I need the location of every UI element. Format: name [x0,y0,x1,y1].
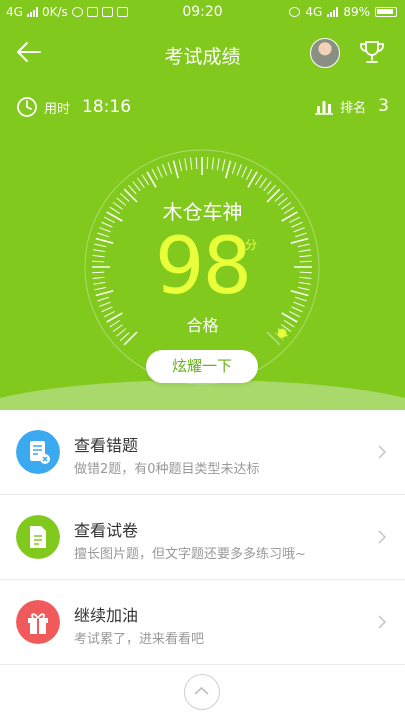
gauge-tick [184,158,188,171]
chevron-up-icon [194,686,209,695]
bar-chart-icon [315,101,334,115]
menu-item-keep-going[interactable]: 继续加油 考试累了，进来看看吧 [0,580,405,665]
rank-stat[interactable]: 排名 3 [314,96,389,116]
chevron-right-icon [378,615,387,629]
gauge-tick [246,168,253,180]
gauge-tick [231,162,237,174]
gauge-tick [178,159,183,172]
gauge-tick [172,160,179,179]
clock-icon [17,97,37,117]
score-value: 98 [154,222,252,312]
menu-list: 查看错题 做错2题，有0种题目类型未达标 查看试卷 擅长图片题，但文字题还要多多… [0,410,405,665]
gauge-tick [136,177,145,189]
gauge-tick [156,166,163,178]
status-right: 4G 89% [289,5,397,19]
chevron-right-icon [378,445,387,459]
gauge-tick [259,177,268,189]
chevron-right-icon [378,530,387,544]
gauge-tick [254,174,263,186]
gauge-tick [216,158,220,171]
gauge-tick [151,168,158,180]
battery-icon [375,7,397,17]
signal-icon-right [327,7,339,17]
paper-doc-icon [16,515,60,559]
alarm-icon [289,7,301,17]
gauge-tick [141,174,150,186]
network-type-right: 4G [305,5,323,19]
gauge-tick [263,181,272,192]
menu-item-paper[interactable]: 查看试卷 擅长图片题，但文字题还要多多练习哦~ [0,495,405,580]
menu-title: 查看错题 [74,436,139,455]
share-button[interactable]: 炫耀一下 [146,350,258,383]
mistakes-doc-icon [16,430,60,474]
gauge-tick [132,181,141,192]
grade-title: 木仓车神 [162,200,243,224]
gauge-tick [225,160,232,179]
time-stat: 用时 18:16 [16,96,131,118]
gauge-tick [267,184,276,195]
gauge-tick [195,157,198,170]
gauge-tick [211,157,214,170]
gift-icon [16,600,60,644]
menu-title: 继续加油 [74,606,139,625]
menu-subtitle: 考试累了，进来看看吧 [74,632,205,647]
menu-subtitle: 做错2题，有0种题目类型未达标 [74,462,260,477]
menu-item-mistakes[interactable]: 查看错题 做错2题，有0种题目类型未达标 [0,410,405,495]
gauge-tick [190,157,193,170]
gauge-tick [162,164,168,176]
time-label: 用时 [44,101,71,117]
gauge-tick [221,159,226,172]
menu-subtitle: 擅长图片题，但文字题还要多多练习哦~ [74,547,306,562]
menu-title: 查看试卷 [74,521,139,540]
top-bar: 考试成绩 [0,26,405,80]
score-unit: 分 [245,238,258,252]
rank-value: 3 [378,96,389,116]
trophy-icon[interactable] [358,38,386,66]
time-value: 18:16 [82,97,132,117]
gauge-tick [128,184,137,195]
pass-status: 合格 [186,316,219,335]
scroll-up-button[interactable] [184,674,220,710]
status-bar: 4G 0K/s 09:20 4G 89% [0,0,405,26]
avatar[interactable] [310,38,340,68]
gauge-tick [241,166,248,178]
rank-label: 排名 [340,100,367,116]
battery-percent: 89% [343,5,370,19]
gauge-tick [236,164,242,176]
gauge-tick [206,157,209,170]
page-title: 考试成绩 [164,46,241,68]
gauge-tick [167,162,173,174]
